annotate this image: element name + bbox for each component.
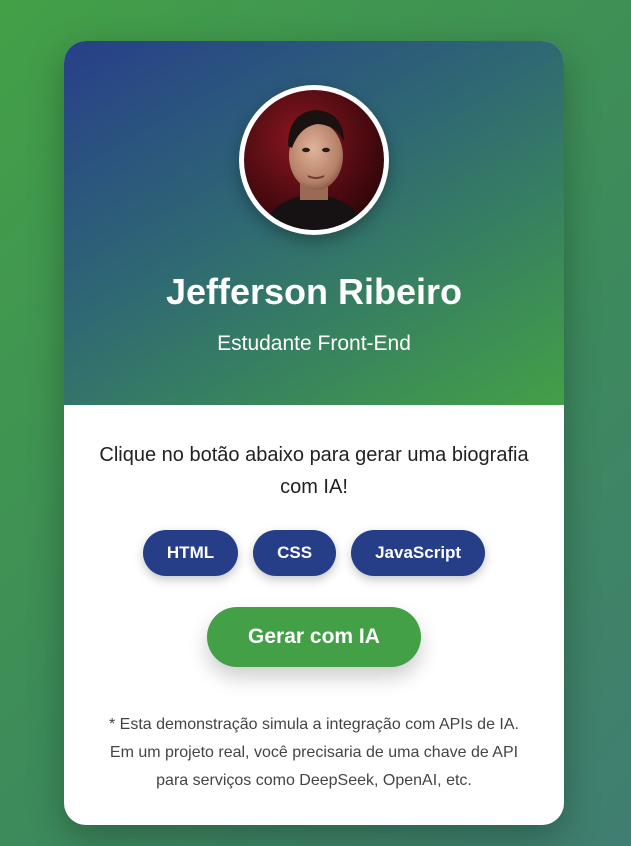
avatar bbox=[239, 85, 389, 235]
generate-bio-button[interactable]: Gerar com IA bbox=[207, 607, 421, 667]
card-header: Jefferson Ribeiro Estudante Front-End bbox=[64, 41, 564, 405]
profile-card: Jefferson Ribeiro Estudante Front-End Cl… bbox=[64, 41, 564, 825]
disclaimer-line-1: * Esta demonstração simula a integração … bbox=[109, 716, 519, 733]
profile-role: Estudante Front-End bbox=[217, 332, 411, 355]
skill-tags: HTML CSS JavaScript bbox=[64, 530, 564, 576]
tag-html: HTML bbox=[142, 530, 239, 576]
intro-text: Clique no botão abaixo para gerar uma bi… bbox=[99, 444, 529, 498]
avatar-photo bbox=[244, 90, 384, 230]
disclaimer-note: * Esta demonstração simula a integração … bbox=[88, 711, 540, 795]
profile-name: Jefferson Ribeiro bbox=[165, 271, 463, 312]
disclaimer-line-2: Em um projeto real, você precisaria de u… bbox=[109, 744, 519, 761]
tag-css: CSS bbox=[253, 530, 337, 576]
disclaimer-line-3: para serviços como DeepSeek, OpenAI, etc… bbox=[156, 772, 472, 789]
tag-javascript: JavaScript bbox=[351, 530, 486, 576]
